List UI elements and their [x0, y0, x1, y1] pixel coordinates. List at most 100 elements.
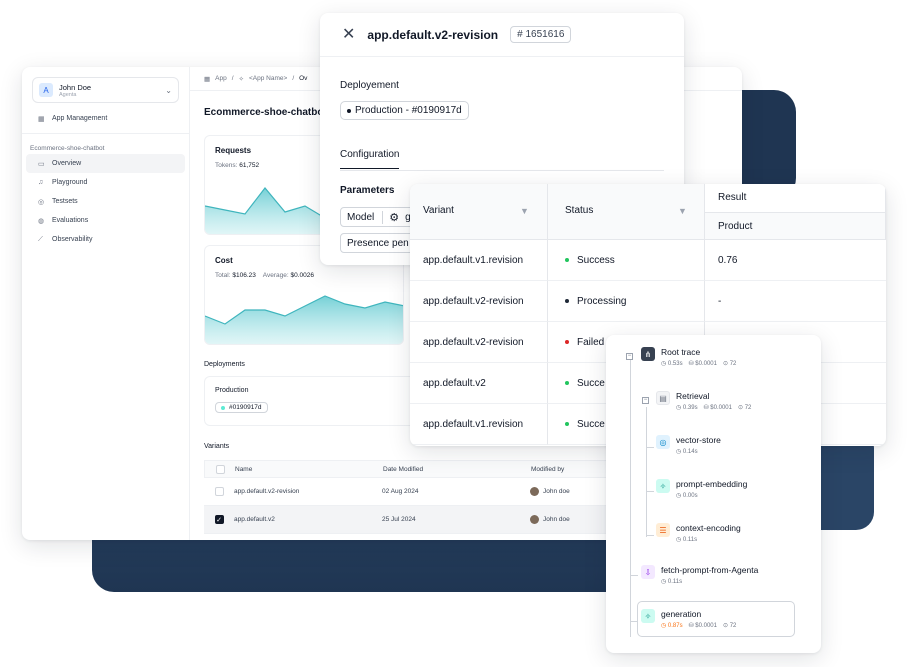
status-dot [565, 381, 569, 385]
node-time: 0.53s [667, 361, 683, 367]
header-label: Status [565, 205, 594, 216]
breadcrumb-app[interactable]: App [215, 75, 227, 82]
variant-cell[interactable]: app.default.v1.revision [410, 404, 548, 445]
chart-icon: ⟋ [38, 235, 43, 243]
sidebar-item-testsets[interactable]: ◎ Testsets [26, 192, 185, 211]
variant-cell[interactable]: app.default.v2 [410, 363, 548, 404]
trace-node-context-encoding[interactable]: ☰ context-encoding ◷ 0.11s [656, 523, 741, 543]
revision-tag: # 1651616 [510, 26, 572, 43]
requests-tokens: Tokens: 61,752 [215, 162, 259, 169]
total-label: Total: [215, 272, 231, 279]
avatar [530, 487, 539, 496]
status-dot [221, 405, 225, 410]
sidebar-item-observability[interactable]: ⟋ Observability [26, 230, 185, 249]
sidebar-item-label: Evaluations [52, 217, 89, 224]
status-dot [347, 108, 351, 113]
column-header-product: Product [705, 212, 886, 240]
trace-node-fetch-prompt[interactable]: ⇩ fetch-prompt-from-Agenta ◷ 0.11s [641, 565, 758, 585]
breadcrumb-app-name[interactable]: <App Name> [249, 75, 287, 82]
breadcrumb-current: Ov [299, 75, 308, 82]
row-checkbox[interactable] [214, 487, 224, 496]
filter-icon[interactable]: ▼ [678, 206, 687, 216]
trace-node-prompt-embedding[interactable]: ✧ prompt-embedding ◷ 0.00s [656, 479, 747, 499]
user-name: John Doe [59, 82, 92, 92]
sidebar-item-label: Observability [52, 236, 93, 243]
deployment-pill: Production - #0190917d [340, 101, 469, 120]
breadcrumb-separator: / [231, 75, 234, 82]
status-text: Processing [577, 295, 627, 307]
database-icon: ◎ [38, 198, 45, 206]
sidebar-item-playground[interactable]: ♫ Playground [26, 173, 185, 192]
row-checkbox[interactable]: ✓ [214, 515, 224, 524]
sidebar-item-overview[interactable]: ▭ Overview [26, 154, 185, 173]
node-meta: ◷ 0.14s [676, 449, 698, 455]
status-dot [565, 340, 569, 344]
deployment-label: Deployement [340, 80, 399, 91]
tab-configuration[interactable]: Configuration [340, 149, 400, 169]
header-label: Result [718, 192, 747, 203]
project-name: Ecommerce-shoe-chatbot [30, 145, 105, 152]
param-label: Presence pen [347, 237, 409, 249]
tree-line [646, 407, 647, 537]
variant-modified-by: John doe [543, 516, 570, 523]
sidebar-item-label: Testsets [52, 198, 78, 205]
cost-chart [205, 295, 403, 344]
deployment-tag-text: #0190917d [229, 404, 262, 411]
sidebar-item-app-management[interactable]: ▦ App Management [26, 109, 185, 128]
variant-cell[interactable]: app.default.v1.revision [410, 240, 548, 281]
result-cell: - [705, 281, 886, 322]
sparkle-icon: ✧ [641, 609, 655, 623]
stage: A John Doe Agenta ⌄ ▦ App Management Eco… [0, 0, 910, 667]
column-header-variant: Variant ▼ [410, 184, 548, 240]
node-cost: $0.0001 [695, 623, 717, 629]
column-header-status: Status ▼ [548, 184, 705, 240]
tree-icon: ⋔ [641, 347, 655, 361]
node-name: context-encoding [676, 523, 741, 533]
page-title: Ecommerce-shoe-chatbo [204, 107, 324, 118]
requests-title: Requests [215, 146, 252, 155]
list-icon: ☰ [656, 523, 670, 537]
trace-tree: − − ⋔ Root trace ◷ 0.53s ⛁ $0.0001 ⊙ 72 … [606, 335, 821, 653]
cost-title: Cost [215, 256, 233, 265]
status-dot [565, 422, 569, 426]
presence-penalty-parameter[interactable]: Presence pen [340, 233, 416, 253]
variant-cell[interactable]: app.default.v2-revision [410, 281, 548, 322]
result-cell: 0.76 [705, 240, 886, 281]
tokens-value: 61,752 [239, 162, 260, 169]
node-name: vector-store [676, 435, 721, 445]
variant-name: app.default.v2-revision [234, 488, 300, 495]
trace-node-retrieval[interactable]: ▤ Retrieval ◷ 0.39s ⛁ $0.0001 ⊙ 72 [656, 391, 751, 411]
app-icon: ✧ [238, 75, 244, 83]
drawer-header: ✕ app.default.v2-revision # 1651616 [320, 13, 684, 57]
filter-icon[interactable]: ▼ [520, 206, 529, 216]
variant-cell[interactable]: app.default.v2-revision [410, 322, 548, 363]
node-meta: ◷ 0.00s [676, 493, 698, 499]
trace-node-vector-store[interactable]: ◎ vector-store ◷ 0.14s [656, 435, 721, 455]
collapse-toggle[interactable]: − [642, 397, 649, 404]
sidebar-item-evaluations[interactable]: ◍ Evaluations [26, 211, 185, 230]
variant-date: 25 Jul 2024 [382, 516, 416, 523]
grid-icon: ▦ [204, 75, 211, 83]
node-tokens: 72 [729, 361, 737, 367]
node-meta: ◷ 0.53s ⛁ $0.0001 ⊙ 72 [661, 361, 737, 367]
sparkle-icon: ✧ [656, 479, 670, 493]
select-all-checkbox[interactable] [215, 464, 225, 474]
tree-line [646, 491, 654, 492]
header-label: Variant [423, 205, 454, 216]
user-switcher[interactable]: A John Doe Agenta ⌄ [32, 77, 179, 103]
model-parameter[interactable]: Model ⚙ g [340, 207, 418, 227]
tokens-label: Tokens: [215, 162, 238, 169]
breadcrumb-separator: / [292, 75, 295, 82]
chevron-down-icon: ⌄ [165, 85, 172, 95]
close-icon[interactable]: ✕ [342, 26, 355, 43]
trace-node-generation[interactable]: ✧ generation ◷ 0.87s ⛁ $0.0001 ⊙ 72 [641, 609, 736, 629]
column-header: Date Modified [383, 465, 424, 473]
trace-node-root[interactable]: ⋔ Root trace ◷ 0.53s ⛁ $0.0001 ⊙ 72 [641, 347, 736, 367]
deployment-pill-text: Production - #0190917d [355, 105, 462, 116]
openai-icon: ⚙ [382, 210, 399, 224]
grid-icon: ▦ [38, 115, 45, 123]
collapse-toggle[interactable]: − [626, 353, 633, 360]
node-name: Root trace [661, 347, 701, 357]
node-meta: ◷ 0.11s [676, 537, 698, 543]
node-cost: $0.0001 [695, 361, 717, 367]
